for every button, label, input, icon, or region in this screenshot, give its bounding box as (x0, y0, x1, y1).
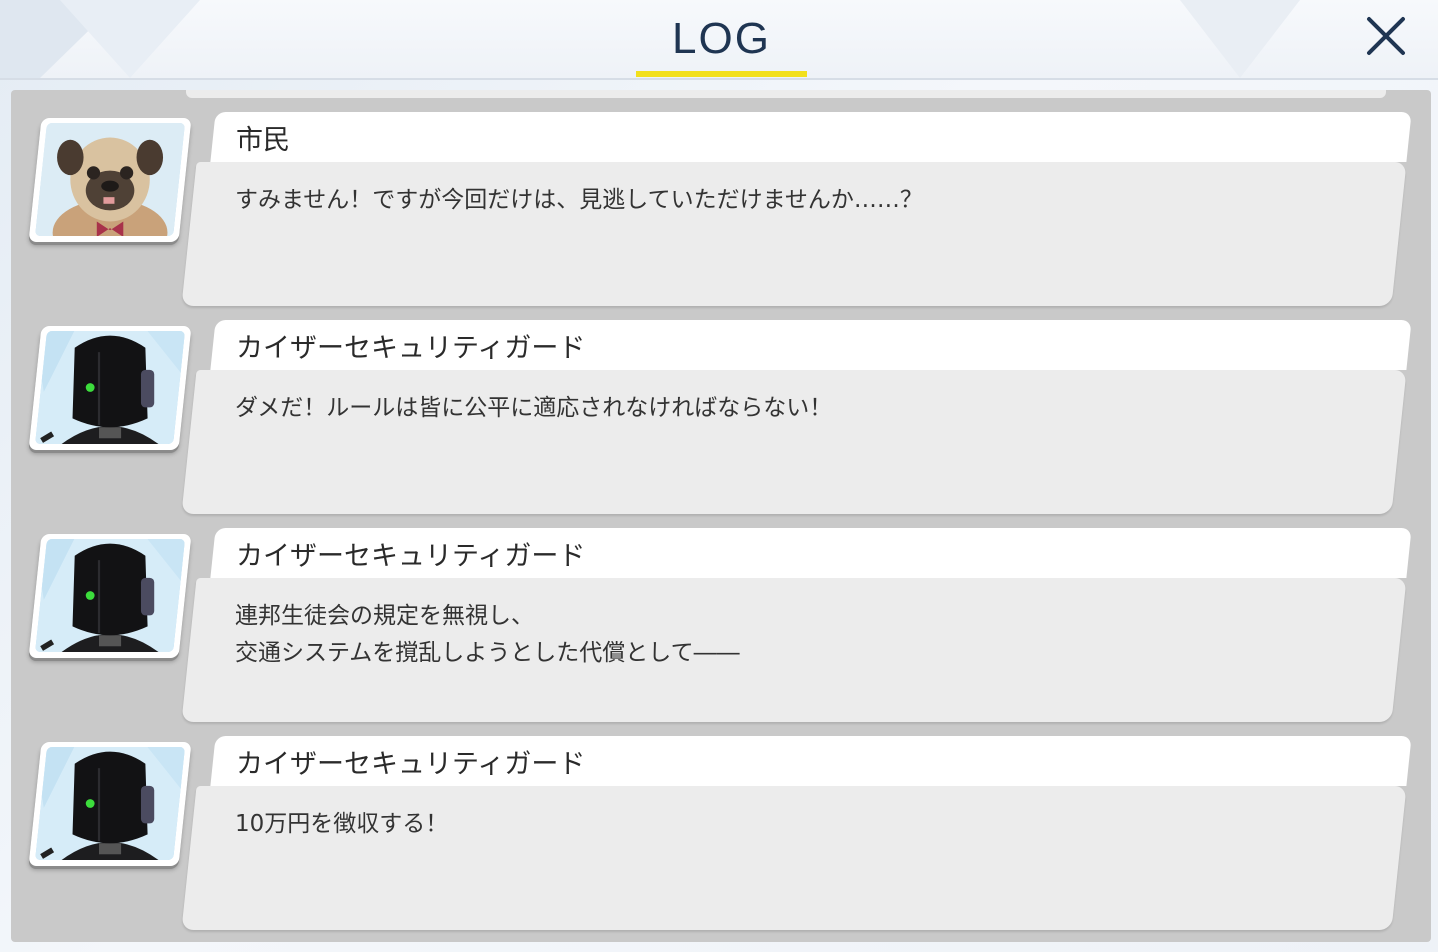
message-text: 10万円を徴収する！ (235, 811, 449, 837)
close-icon[interactable] (1362, 12, 1410, 60)
log-entry: カイザーセキュリティガード ダメだ！ルールは皆に公平に適応されなければならない！ (11, 298, 1431, 514)
speaker-name: カイザーセキュリティガード (236, 541, 586, 572)
message-text: ダメだ！ルールは皆に公平に適応されなければならない！ (235, 395, 833, 421)
message-tail (197, 798, 215, 826)
speaker-name: カイザーセキュリティガード (236, 333, 586, 364)
title-underline (636, 71, 807, 77)
speaker-name: 市民 (236, 125, 290, 156)
robot-guard-avatar (28, 326, 192, 450)
robot-guard-avatar (28, 742, 192, 866)
speaker-name: カイザーセキュリティガード (236, 749, 586, 780)
pug-citizen-avatar (28, 118, 192, 242)
log-list[interactable]: 市民 すみません！ですが今回だけは、見逃していただけませんか……？ カイザーセキ… (11, 90, 1431, 942)
message-tail (197, 590, 215, 618)
log-title: LOG (672, 14, 771, 63)
log-entry: カイザーセキュリティガード 連邦生徒会の規定を無視し、 交通システムを撹乱しよう… (11, 506, 1431, 722)
message-text: すみません！ですが今回だけは、見逃していただけませんか……？ (235, 187, 923, 213)
log-entry: 市民 すみません！ですが今回だけは、見逃していただけませんか……？ (11, 90, 1431, 306)
log-entry: カイザーセキュリティガード 10万円を徴収する！ (11, 714, 1431, 930)
message-tail (197, 174, 215, 202)
speaker-name-bar (210, 112, 1412, 162)
message-tail (197, 382, 215, 410)
log-header: LOG (0, 0, 1438, 80)
message-text: 連邦生徒会の規定を無視し、 交通システムを撹乱しようとした代償として―― (235, 603, 740, 666)
robot-guard-avatar (28, 534, 192, 658)
